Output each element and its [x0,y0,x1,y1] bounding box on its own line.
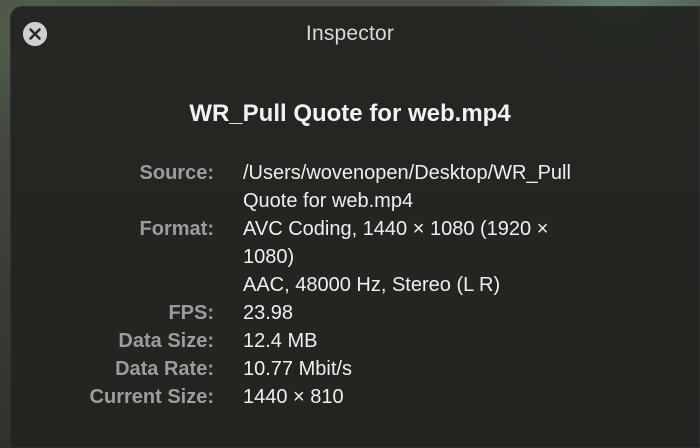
format-value-line: AAC, 48000 Hz, Stereo (L R) [243,274,501,296]
format-value: AVC Coding, 1440 × 1080 (1920 × 1080) AA… [243,215,643,299]
current-size-label: Current Size: [89,386,214,408]
data-size-label: Data Size: [118,330,214,352]
window-title: Inspector [305,22,395,45]
fps-label: FPS: [168,302,214,324]
format-value-line: AVC Coding, 1440 × 1080 (1920 × [243,218,549,240]
current-size-value: 1440 × 810 [243,386,344,408]
fps-value: 23.98 [243,302,294,324]
inspector-window: Inspector WR_Pull Quote for web.mp4 Sour… [10,6,700,448]
source-value-line: /Users/wovenopen/Desktop/WR_Pull [243,162,571,184]
source-value: /Users/wovenopen/Desktop/WR_Pull Quote f… [243,159,643,215]
data-rate-value: 10.77 Mbit/s [243,358,352,380]
titlebar: Inspector [10,6,700,62]
file-name-heading: WR_Pull Quote for web.mp4 [189,100,511,127]
source-label: Source: [139,162,214,184]
format-value-line: 1080) [243,246,295,268]
source-value-line: Quote for web.mp4 [243,190,414,212]
data-rate-label: Data Rate: [115,358,214,380]
data-size-value: 12.4 MB [243,330,318,352]
format-label: Format: [139,218,214,240]
